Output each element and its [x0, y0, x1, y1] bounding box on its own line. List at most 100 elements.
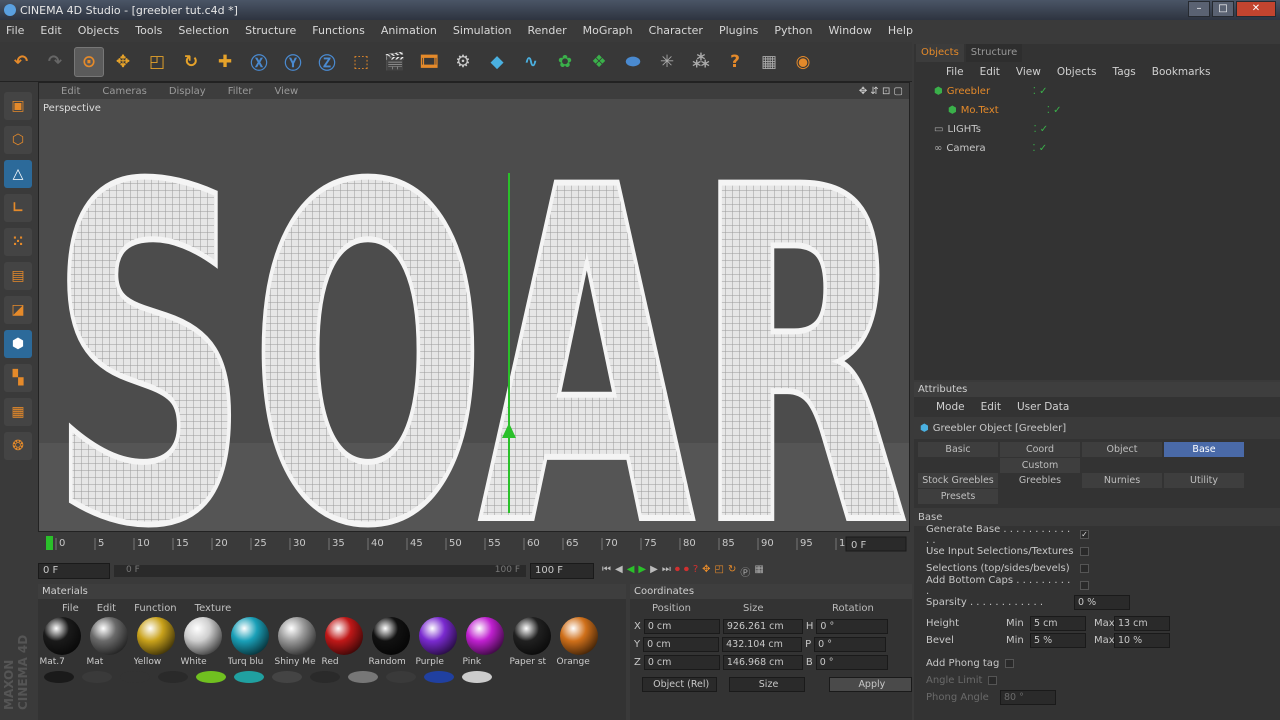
bottom-caps-checkbox[interactable] [1080, 581, 1089, 590]
nurbs-icon[interactable]: ✿ [550, 47, 580, 77]
phong-checkbox[interactable] [1005, 659, 1015, 668]
menu-window[interactable]: Window [829, 24, 872, 37]
position-y-field[interactable]: 0 cm [643, 636, 720, 652]
menu-python[interactable]: Python [774, 24, 812, 37]
menu-help[interactable]: Help [888, 24, 913, 37]
object-row[interactable]: ⬢ Greebler ⁚ ✓ [914, 82, 1280, 101]
material-swatch[interactable]: Red [322, 617, 365, 667]
undo-icon[interactable]: ↶ [6, 47, 36, 77]
viewport-nav-icons[interactable]: ✥ ⇵ ⊡ ▢ [859, 86, 903, 97]
model-mode-icon[interactable]: ⬡ [4, 126, 32, 154]
array-icon[interactable]: ❖ [584, 47, 614, 77]
menu-animation[interactable]: Animation [381, 24, 437, 37]
scale-key-icon[interactable]: ◰ [715, 564, 724, 579]
tab-stock-greebles[interactable]: Stock Greebles [918, 473, 998, 488]
viewport-menu-cameras[interactable]: Cameras [102, 86, 146, 97]
apply-button[interactable]: Apply [828, 676, 912, 692]
menu-mograph[interactable]: MoGraph [583, 24, 633, 37]
menu-file[interactable]: File [6, 24, 24, 37]
material-swatch[interactable]: Random [369, 617, 412, 667]
viewport-menu-view[interactable]: View [274, 86, 298, 97]
generate-base-checkbox[interactable]: ✓ [1080, 530, 1089, 539]
menu-plugins[interactable]: Plugins [719, 24, 758, 37]
sculpt-icon[interactable]: ❂ [4, 432, 32, 460]
height-max-field[interactable]: 13 cm [1114, 616, 1170, 631]
render-picture-icon[interactable]: 🎞 [414, 47, 444, 77]
render-view-icon[interactable]: 🎬 [380, 47, 410, 77]
tab-presets[interactable]: Presets [918, 489, 998, 504]
points-mode-icon[interactable]: ⁙ [4, 228, 32, 256]
use-input-checkbox[interactable] [1080, 547, 1089, 556]
attributes-menu-user-data[interactable]: User Data [1017, 401, 1069, 413]
material-swatch[interactable]: Paper st [510, 617, 553, 667]
materials-menu-texture[interactable]: Texture [195, 603, 232, 614]
move-icon[interactable]: ✥ [108, 47, 138, 77]
pla-key-icon[interactable]: ▦ [754, 564, 763, 579]
material-swatch[interactable]: Turq blu [228, 617, 271, 667]
tab-base[interactable]: Base [1164, 442, 1244, 457]
objects-menu-file[interactable]: File [946, 66, 964, 78]
viewport-menu-display[interactable]: Display [169, 86, 206, 97]
material-swatch[interactable]: Yellow [134, 617, 177, 667]
y-axis-icon[interactable]: Ⓨ [278, 47, 308, 77]
bevel-min-field[interactable]: 5 % [1030, 633, 1086, 648]
object-row[interactable]: ▭ LIGHTs ⁚ ✓ [914, 120, 1280, 139]
size-mode-select[interactable]: Size [729, 676, 805, 692]
menu-functions[interactable]: Functions [312, 24, 365, 37]
visibility-check-icon[interactable]: ⁚ ✓ [1033, 86, 1048, 97]
material-swatch[interactable]: Purple [416, 617, 459, 667]
record-icon[interactable]: ⏺ [675, 564, 680, 579]
sparsity-field[interactable]: 0 % [1074, 595, 1130, 610]
light-icon[interactable]: ? [720, 47, 750, 77]
play-back-icon[interactable]: ◀ [627, 564, 635, 579]
tab-object[interactable]: Object [1082, 442, 1162, 457]
coordinate-mode-select[interactable]: Object (Rel) [642, 676, 718, 692]
viewport[interactable]: Edit Cameras Display Filter View ✥ ⇵ ⊡ ▢… [38, 82, 910, 532]
objects-menu-tags[interactable]: Tags [1113, 66, 1136, 78]
menu-selection[interactable]: Selection [178, 24, 229, 37]
tab-basic[interactable]: Basic [918, 442, 998, 457]
objects-menu-objects[interactable]: Objects [1057, 66, 1097, 78]
render-settings-icon[interactable]: ⚙ [448, 47, 478, 77]
menu-render[interactable]: Render [528, 24, 567, 37]
next-frame-icon[interactable]: ▶ [650, 564, 658, 579]
close-button[interactable]: ✕ [1236, 1, 1276, 17]
range-slider[interactable]: 0 F 100 F [114, 565, 526, 577]
menu-structure[interactable]: Structure [245, 24, 296, 37]
scene-icon[interactable]: ✳ [652, 47, 682, 77]
timeline-ruler[interactable]: 0510152025303540455055606570758085909510… [38, 534, 910, 554]
end-frame-field[interactable]: 100 F [530, 563, 594, 579]
visibility-check-icon[interactable]: ⁚ ✓ [1033, 124, 1048, 135]
coordinate-system-icon[interactable]: ⬚ [346, 47, 376, 77]
deformer-icon[interactable]: ⬬ [618, 47, 648, 77]
tweak-mode-icon[interactable]: ▚ [4, 364, 32, 392]
playhead[interactable] [46, 536, 53, 550]
x-axis-icon[interactable]: Ⓧ [244, 47, 274, 77]
pos-key-icon[interactable]: ✥ [702, 564, 710, 579]
materials-menu-function[interactable]: Function [134, 603, 177, 614]
spline-icon[interactable]: ∿ [516, 47, 546, 77]
objects-menu-view[interactable]: View [1016, 66, 1041, 78]
scale-icon[interactable]: ◰ [142, 47, 172, 77]
viewport-menu-filter[interactable]: Filter [228, 86, 253, 97]
live-selection-icon[interactable]: ⊙ [74, 46, 104, 77]
object-mode-icon[interactable]: △ [4, 160, 32, 188]
size-x-field[interactable]: 926.261 cm [722, 618, 803, 634]
tab-objects[interactable]: Objects [916, 44, 964, 62]
keyframe-icon[interactable]: ? [693, 564, 698, 579]
menu-tools[interactable]: Tools [135, 24, 162, 37]
position-z-field[interactable]: 0 cm [643, 654, 720, 670]
camera-icon[interactable]: ▦ [754, 47, 784, 77]
viewport-menu-edit[interactable]: Edit [61, 86, 80, 97]
snap-icon[interactable]: ▦ [4, 398, 32, 426]
polygons-mode-icon[interactable]: ◪ [4, 296, 32, 324]
material-swatch[interactable]: Orange [557, 617, 600, 667]
go-start-icon[interactable]: ⏮ [602, 564, 611, 579]
tab-utility[interactable]: Utility [1164, 473, 1244, 488]
z-axis-icon[interactable]: Ⓩ [312, 47, 342, 77]
size-y-field[interactable]: 432.104 cm [722, 636, 803, 652]
visibility-check-icon[interactable]: ⁚ ✓ [1047, 105, 1062, 116]
material-swatch[interactable]: Mat [87, 617, 130, 667]
size-z-field[interactable]: 146.968 cm [722, 654, 803, 670]
autokey-icon[interactable]: ⏺ [684, 564, 689, 579]
